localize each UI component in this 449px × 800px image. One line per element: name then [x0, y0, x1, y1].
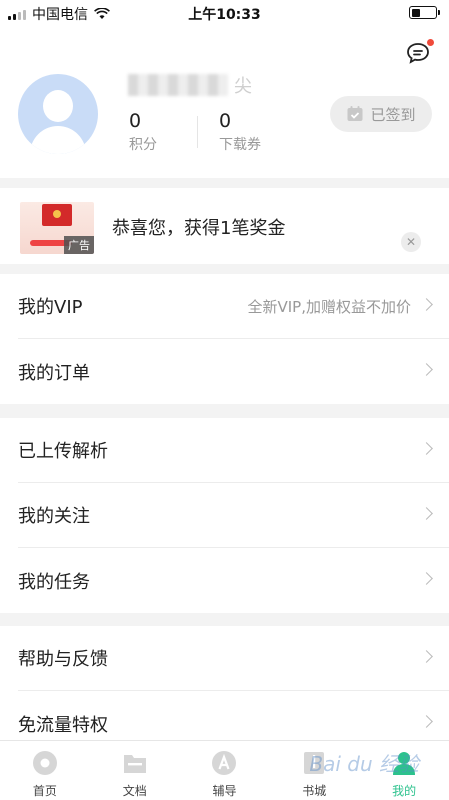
folder-icon [123, 755, 146, 773]
signin-label: 已签到 [370, 105, 416, 124]
points-stat[interactable]: 0 积分 [129, 110, 157, 154]
tab-label: 我的 [392, 784, 417, 798]
profile-header: 尖 0 积分 0 下载券 已签到 [0, 26, 449, 178]
tab-label: 辅导 [212, 784, 237, 798]
ad-text: 恭喜您，获得1笔奖金 [112, 218, 286, 239]
menu-item-vip[interactable]: 我的VIP 全新VIP,加赠权益不加价 [18, 274, 449, 339]
menu-item-label: 我的VIP [18, 297, 83, 318]
chevron-right-icon [420, 650, 433, 663]
points-value: 0 [129, 110, 142, 132]
watermark: Bai du 经验 [309, 752, 419, 776]
coupons-value: 0 [219, 110, 232, 132]
chevron-right-icon [420, 442, 433, 455]
chevron-right-icon [420, 363, 433, 376]
username: 尖 [128, 72, 252, 98]
chevron-right-icon [420, 715, 433, 728]
red-envelope-icon [42, 204, 72, 226]
tab-label: 书城 [302, 784, 327, 798]
tab-docs[interactable]: 文档 [90, 741, 180, 800]
coupons-label: 下载券 [219, 137, 261, 153]
vip-promo-text: 全新VIP,加赠权益不加价 [247, 297, 412, 316]
menu-item-label: 帮助与反馈 [18, 649, 108, 670]
tutor-icon [212, 751, 237, 775]
chevron-right-icon [420, 572, 433, 585]
menu-item-label: 我的任务 [18, 571, 90, 593]
menu-item-uploads[interactable]: 已上传解析 [18, 418, 449, 483]
battery-icon [409, 6, 440, 19]
menu-group-support: 帮助与反馈 免流量特权 [0, 626, 449, 756]
chevron-right-icon [420, 507, 433, 520]
status-bar: 中国电信 上午10:33 [0, 0, 449, 26]
close-icon[interactable]: ✕ [401, 232, 421, 252]
username-blurred [128, 74, 228, 96]
menu-item-label: 已上传解析 [18, 441, 108, 462]
calendar-icon [347, 106, 363, 121]
chevron-right-icon [420, 298, 433, 311]
tab-tutor[interactable]: 辅导 [180, 741, 270, 800]
menu-item-following[interactable]: 我的关注 [18, 483, 449, 548]
ad-banner[interactable]: 广告 恭喜您，获得1笔奖金 ✕ [0, 188, 449, 264]
ad-tag: 广告 [64, 236, 94, 254]
message-button[interactable] [405, 39, 434, 66]
stat-divider [197, 116, 198, 148]
menu-item-label: 我的关注 [18, 506, 90, 527]
signin-button[interactable]: 已签到 [330, 96, 432, 132]
home-icon [32, 751, 57, 775]
clock: 上午10:33 [188, 7, 261, 23]
menu-item-label: 我的订单 [18, 362, 90, 384]
ad-image: 广告 [20, 202, 94, 254]
menu-group-content: 已上传解析 我的关注 我的任务 [0, 418, 449, 613]
tab-home[interactable]: 首页 [0, 741, 90, 800]
tab-label: 首页 [32, 784, 57, 798]
avatar[interactable] [18, 74, 98, 154]
menu-item-tasks[interactable]: 我的任务 [18, 548, 449, 613]
tab-label: 文档 [122, 784, 147, 798]
menu-item-orders[interactable]: 我的订单 [18, 339, 449, 404]
coupons-stat[interactable]: 0 下载券 [219, 110, 261, 154]
menu-item-label: 免流量特权 [18, 714, 108, 736]
notification-dot [427, 39, 434, 46]
points-label: 积分 [129, 137, 157, 153]
menu-group-vip: 我的VIP 全新VIP,加赠权益不加价 我的订单 [0, 274, 449, 404]
menu-item-help[interactable]: 帮助与反馈 [18, 626, 449, 691]
username-suffix: 尖 [234, 76, 252, 97]
